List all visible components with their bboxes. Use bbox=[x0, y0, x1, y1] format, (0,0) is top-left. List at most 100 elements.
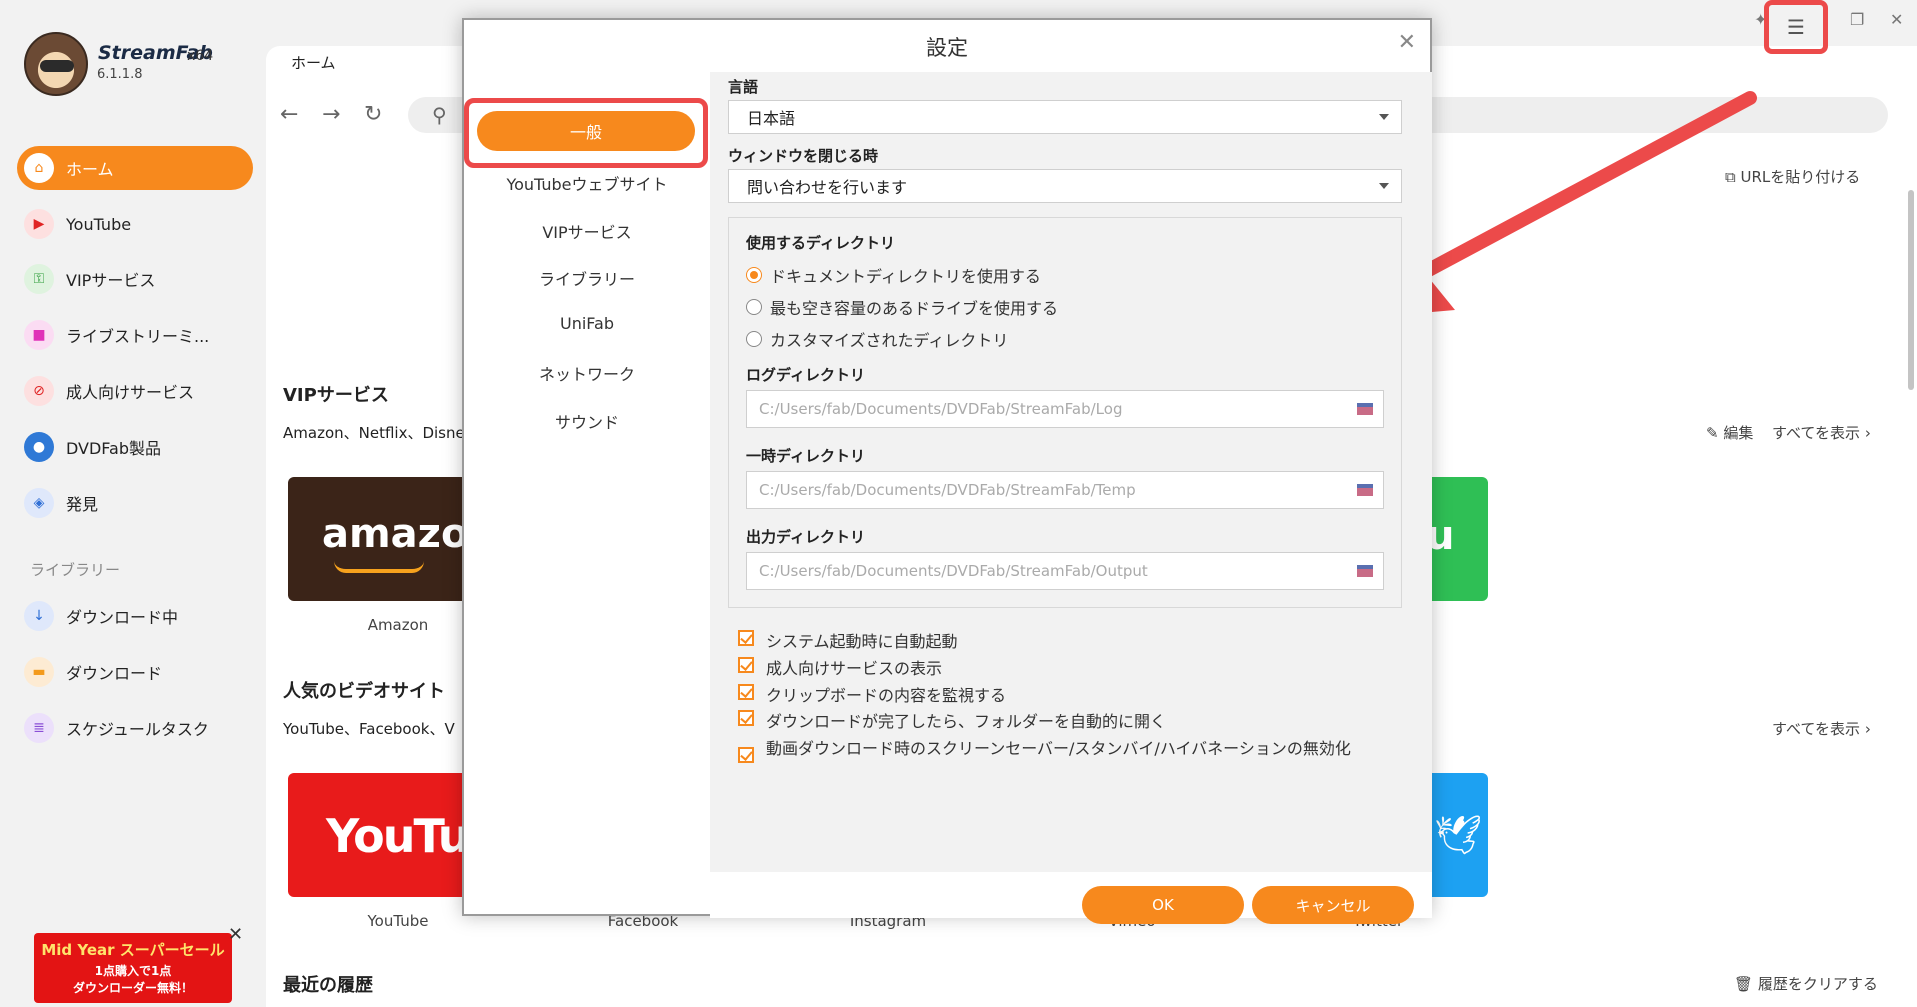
amazon-smile-icon bbox=[334, 561, 424, 573]
vip-section-title: VIPサービス bbox=[283, 385, 389, 406]
sidebar-item-downloading[interactable]: ↓ ダウンロード中 bbox=[17, 594, 253, 638]
popular-section-title: 人気のビデオサイト bbox=[283, 681, 445, 702]
app-version: 6.1.1.8 bbox=[97, 67, 143, 82]
tab-network[interactable]: ネットワーク bbox=[464, 361, 710, 385]
compass-icon: ◈ bbox=[24, 488, 54, 518]
popular-show-all-link[interactable]: すべてを表示 › bbox=[1772, 718, 1871, 739]
checkbox-label: ダウンロードが完了したら、フォルダーを自動的に開く bbox=[766, 712, 1167, 731]
live-camera-icon: ■ bbox=[24, 320, 54, 350]
trash-icon: 🗑 bbox=[1734, 975, 1754, 993]
check-monitor-clipboard[interactable]: クリップボードの内容を監視する bbox=[738, 682, 1006, 706]
sidebar-item-youtube[interactable]: ▶ YouTube bbox=[17, 202, 253, 246]
radio-custom-dir[interactable]: カスタマイズされたディレクトリ bbox=[746, 327, 1008, 351]
browse-folder-icon[interactable] bbox=[1357, 403, 1373, 415]
radio-largest-drive[interactable]: 最も空き容量のあるドライブを使用する bbox=[746, 295, 1058, 319]
checkbox-checked[interactable] bbox=[738, 710, 754, 726]
settings-nav: 一般 YouTubeウェブサイト VIPサービス ライブラリー UniFab ネ… bbox=[464, 72, 710, 872]
tab-sound[interactable]: サウンド bbox=[464, 409, 710, 433]
promo-banner[interactable]: Mid Year スーパーセール 1点購入で1点 ダウンローダー無料！ bbox=[34, 933, 232, 1003]
folder-icon: ▬ bbox=[24, 657, 54, 687]
ok-button[interactable]: OK bbox=[1082, 886, 1244, 924]
sidebar-item-label: DVDFab製品 bbox=[66, 439, 162, 458]
chevron-right-icon: › bbox=[1864, 424, 1871, 442]
main-scrollbar[interactable] bbox=[1908, 190, 1914, 390]
menu-button[interactable]: ☰ bbox=[1764, 0, 1828, 54]
sidebar: StreamFab x64 6.1.1.8 ⌂ ホーム ▶ YouTube ⚿ … bbox=[0, 0, 266, 1007]
sidebar-item-label: スケジュールタスク bbox=[66, 720, 209, 739]
browse-folder-icon[interactable] bbox=[1357, 484, 1373, 496]
log-dir-input[interactable]: C:/Users/fab/Documents/DVDFab/StreamFab/… bbox=[746, 390, 1384, 428]
check-disable-screensaver[interactable]: 動画ダウンロード時のスクリーンセーバー/スタンバイ/ハイバネーションの無効化 bbox=[738, 735, 1378, 763]
cancel-button[interactable]: キャンセル bbox=[1252, 886, 1414, 924]
paste-url-button[interactable]: ⧉ URLを貼り付ける bbox=[1725, 166, 1860, 187]
tab-general[interactable]: 一般 bbox=[477, 111, 695, 151]
radio-button[interactable] bbox=[746, 331, 762, 347]
close-behavior-label: ウィンドウを閉じる時 bbox=[728, 147, 879, 165]
youtube-tile[interactable]: YouTube bbox=[288, 773, 488, 897]
check-open-folder[interactable]: ダウンロードが完了したら、フォルダーを自動的に開く bbox=[738, 708, 1166, 732]
language-label: 言語 bbox=[728, 78, 759, 96]
amazon-tile[interactable]: amazon bbox=[288, 477, 488, 601]
recent-history-title: 最近の履歴 bbox=[283, 975, 373, 996]
paste-url-label: URLを貼り付ける bbox=[1740, 168, 1861, 186]
forward-arrow-icon[interactable]: → bbox=[322, 102, 340, 127]
sidebar-item-home[interactable]: ⌂ ホーム bbox=[17, 146, 253, 190]
radio-document-dir[interactable]: ドキュメントディレクトリを使用する bbox=[746, 263, 1041, 287]
vip-edit-button[interactable]: ✎ 編集 bbox=[1706, 422, 1753, 443]
sidebar-item-label: ダウンロード bbox=[66, 664, 163, 683]
popular-section-subtitle: YouTube、Facebook、V bbox=[283, 720, 455, 738]
tab-unifab[interactable]: UniFab bbox=[464, 314, 710, 333]
vip-show-all-label: すべてを表示 bbox=[1772, 424, 1861, 442]
dialog-close-icon[interactable]: ✕ bbox=[1398, 30, 1416, 55]
output-dir-input[interactable]: C:/Users/fab/Documents/DVDFab/StreamFab/… bbox=[746, 552, 1384, 590]
paste-icon: ⧉ bbox=[1725, 168, 1736, 186]
tab-library[interactable]: ライブラリー bbox=[464, 266, 710, 290]
close-behavior-value: 問い合わせを行います bbox=[747, 178, 908, 197]
vip-show-all-link[interactable]: すべてを表示 › bbox=[1772, 422, 1871, 443]
sidebar-item-label: 成人向けサービス bbox=[66, 383, 195, 402]
youtube-icon: ▶ bbox=[24, 209, 54, 239]
popular-show-all-label: すべてを表示 bbox=[1772, 720, 1861, 738]
log-dir-path: C:/Users/fab/Documents/DVDFab/StreamFab/… bbox=[759, 400, 1123, 418]
key-icon: ⚿ bbox=[24, 264, 54, 294]
sidebar-item-live[interactable]: ■ ライブストリーミ... bbox=[17, 313, 253, 357]
checkbox-checked[interactable] bbox=[738, 747, 754, 763]
language-select[interactable]: 日本語 bbox=[728, 100, 1402, 134]
restore-icon[interactable]: ❐ bbox=[1850, 10, 1864, 29]
temp-dir-input[interactable]: C:/Users/fab/Documents/DVDFab/StreamFab/… bbox=[746, 471, 1384, 509]
sidebar-item-label: VIPサービス bbox=[66, 271, 156, 290]
sidebar-item-dvdfab[interactable]: ● DVDFab製品 bbox=[17, 425, 253, 469]
radio-label: カスタマイズされたディレクトリ bbox=[770, 331, 1009, 350]
sidebar-item-adult[interactable]: ⊘ 成人向けサービス bbox=[17, 369, 253, 413]
close-behavior-select[interactable]: 問い合わせを行います bbox=[728, 169, 1402, 203]
tab-vip-services[interactable]: VIPサービス bbox=[464, 219, 710, 243]
sidebar-item-label: ダウンロード中 bbox=[66, 608, 179, 627]
checkbox-label: システム起動時に自動起動 bbox=[766, 632, 958, 651]
sidebar-item-downloaded[interactable]: ▬ ダウンロード bbox=[17, 650, 253, 694]
settings-nav-highlight: 一般 bbox=[464, 98, 708, 168]
sidebar-item-discover[interactable]: ◈ 発見 bbox=[17, 481, 253, 525]
radio-button-checked[interactable] bbox=[746, 267, 762, 283]
checkbox-checked[interactable] bbox=[738, 657, 754, 673]
clear-history-button[interactable]: 🗑 履歴をクリアする bbox=[1734, 973, 1878, 994]
browse-folder-icon[interactable] bbox=[1357, 565, 1373, 577]
directory-label: 使用するディレクトリ bbox=[746, 234, 895, 252]
radio-button[interactable] bbox=[746, 299, 762, 315]
close-window-icon[interactable]: ✕ bbox=[1890, 10, 1903, 29]
tab-home[interactable]: ホーム bbox=[291, 52, 336, 73]
temp-dir-path: C:/Users/fab/Documents/DVDFab/StreamFab/… bbox=[759, 481, 1136, 499]
tab-youtube-website[interactable]: YouTubeウェブサイト bbox=[464, 171, 710, 195]
sidebar-item-vip[interactable]: ⚿ VIPサービス bbox=[17, 257, 253, 301]
download-icon: ↓ bbox=[24, 601, 54, 631]
reload-icon[interactable]: ↻ bbox=[364, 102, 382, 127]
checkbox-checked[interactable] bbox=[738, 630, 754, 646]
back-arrow-icon[interactable]: ← bbox=[280, 102, 298, 127]
sidebar-item-label: ホーム bbox=[66, 160, 114, 179]
sidebar-item-schedule[interactable]: ≣ スケジュールタスク bbox=[17, 706, 253, 750]
checkbox-checked[interactable] bbox=[738, 684, 754, 700]
check-show-adult[interactable]: 成人向けサービスの表示 bbox=[738, 655, 942, 679]
promo-close-icon[interactable]: ✕ bbox=[228, 924, 243, 945]
check-auto-start[interactable]: システム起動時に自動起動 bbox=[738, 628, 958, 652]
sidebar-item-label: YouTube bbox=[66, 214, 132, 234]
sidebar-item-label: 発見 bbox=[66, 495, 99, 514]
